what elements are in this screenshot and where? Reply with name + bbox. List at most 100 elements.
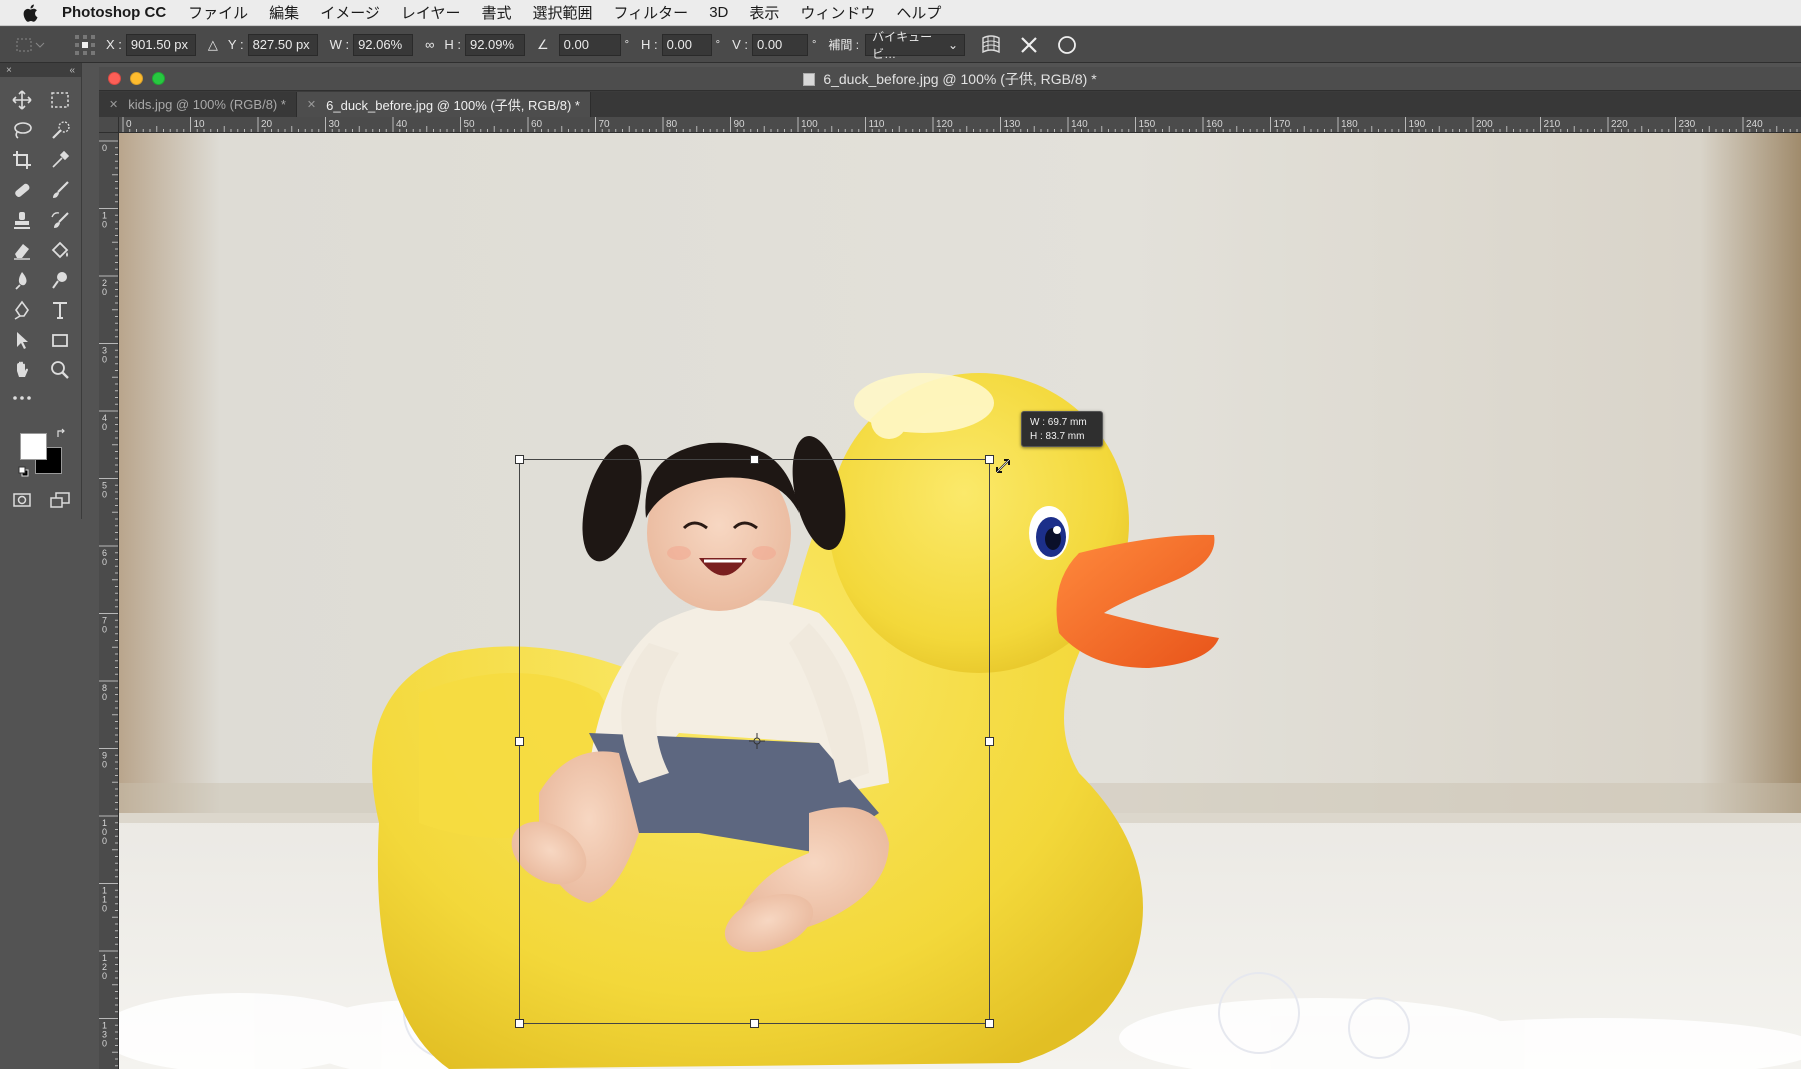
x-position-input[interactable] [125,33,196,56]
path-selection-tool[interactable] [8,327,36,353]
menu-view[interactable]: 表示 [749,2,779,23]
ruler-label: 0 [102,557,107,567]
ruler-origin[interactable] [99,117,119,133]
document-title-text: 6_duck_before.jpg @ 100% (子供, RGB/8) * [823,70,1097,87]
tab-label: kids.jpg @ 100% (RGB/8) * [128,97,286,112]
tab-duck-before[interactable]: ✕ 6_duck_before.jpg @ 100% (子供, RGB/8) * [296,92,591,117]
delta-icon[interactable]: △ [208,37,218,53]
menu-3d[interactable]: 3D [709,4,728,21]
tools-panel-header[interactable]: × « [0,63,81,77]
canvas[interactable]: W : 69.7 mm H : 83.7 mm [119,133,1801,1069]
menu-image[interactable]: イメージ [320,2,380,23]
pen-tool[interactable] [8,297,36,323]
ruler-label: 200 [1476,119,1493,130]
paint-bucket-tool[interactable] [46,237,74,263]
menu-type[interactable]: 書式 [481,2,511,23]
transform-handle-bottom-right[interactable] [985,1019,994,1028]
document-tab-bar: ✕ kids.jpg @ 100% (RGB/8) * ✕ 6_duck_bef… [99,92,1801,117]
marquee-tool[interactable] [46,87,74,113]
tooltip-height: H : 83.7 mm [1030,431,1085,442]
angle-degree: ° [624,38,630,51]
move-tool[interactable] [8,87,36,113]
zoom-tool[interactable] [46,357,74,383]
blur-tool[interactable] [8,267,36,293]
transform-handle-top-right[interactable] [985,455,994,464]
link-icon[interactable]: ∞ [425,37,434,52]
ruler-label: 50 [464,119,476,130]
ruler-label: 0 [102,760,107,770]
default-colors-icon[interactable] [18,466,30,478]
close-icon[interactable]: × [6,65,12,76]
ruler-label: 180 [1341,119,1358,130]
type-tool[interactable] [46,297,74,323]
clone-stamp-tool[interactable] [8,207,36,233]
transform-handle-bottom-center[interactable] [750,1019,759,1028]
warp-mode-icon[interactable] [979,33,1003,57]
menu-edit[interactable]: 編集 [269,2,299,23]
eraser-tool[interactable] [8,237,36,263]
cancel-transform-icon[interactable] [1017,33,1041,57]
width-input[interactable] [353,33,414,56]
ruler-label: 0 [102,692,107,702]
h-label: H : [444,37,461,52]
healing-brush-tool[interactable] [8,177,36,203]
transform-size-tooltip: W : 69.7 mm H : 83.7 mm [1021,411,1103,447]
pivot-point-icon[interactable] [749,733,765,749]
apple-icon[interactable] [22,3,40,23]
foreground-color-swatch[interactable] [20,433,47,460]
ruler-label: 240 [1746,119,1763,130]
document-title-bar[interactable]: 6_duck_before.jpg @ 100% (子供, RGB/8) * [99,67,1801,91]
menu-help[interactable]: ヘルプ [896,2,941,23]
options-bar: X : △ Y : W : ∞ H : ∠ ° H : ° V : [0,27,1801,63]
reference-point-icon[interactable] [74,34,96,56]
transform-tool-preset-icon[interactable] [14,34,46,56]
transform-handle-middle-right[interactable] [985,737,994,746]
quick-mask-button[interactable] [8,487,36,513]
horizontal-skew-input[interactable] [661,33,712,56]
transform-handle-top-center[interactable] [750,455,759,464]
quick-selection-icon [52,121,70,139]
transform-handle-top-left[interactable] [515,455,524,464]
app-name-menu[interactable]: Photoshop CC [62,4,166,21]
menu-layer[interactable]: レイヤー [401,2,461,23]
screen-mode-button[interactable] [46,487,74,513]
menu-window[interactable]: ウィンドウ [800,2,875,23]
ruler-label: 30 [329,119,341,130]
ruler-label: 100 [801,119,818,130]
horizontal-ruler[interactable]: 0 10 20 30 40 50 60 70 80 90 100 110 120 130 140 150 160… [119,117,1801,133]
swap-colors-icon[interactable] [56,428,68,440]
vertical-ruler[interactable]: 0102030405060708090100110120130 [99,133,119,1069]
menu-file[interactable]: ファイル [188,2,248,23]
history-brush-tool[interactable] [46,207,74,233]
crop-tool[interactable] [8,147,36,173]
tab-kids[interactable]: ✕ kids.jpg @ 100% (RGB/8) * [99,92,297,117]
height-input[interactable] [464,33,525,56]
brush-tool[interactable] [46,177,74,203]
transform-handle-middle-left[interactable] [515,737,524,746]
close-tab-icon[interactable]: ✕ [307,98,316,111]
quick-selection-tool[interactable] [46,117,74,143]
lasso-tool[interactable] [8,117,36,143]
rectangle-tool[interactable] [46,327,74,353]
history-brush-icon [51,212,69,228]
eyedropper-tool[interactable] [46,147,74,173]
close-tab-icon[interactable]: ✕ [109,98,118,111]
interpolation-select[interactable]: バイキュービ… ⌄ [865,30,966,61]
menu-select[interactable]: 選択範囲 [532,2,592,23]
angle-input[interactable] [558,33,621,56]
ruler-label: 0 [102,625,107,635]
ruler-label: 0 [102,422,107,432]
commit-transform-icon[interactable] [1055,33,1079,57]
hand-tool[interactable] [8,357,36,383]
collapse-icon[interactable]: « [69,65,75,76]
angle-field [558,33,621,56]
edit-toolbar-button[interactable] [8,385,36,411]
dodge-tool[interactable] [46,267,74,293]
menu-filter[interactable]: フィルター [613,2,688,23]
move-icon [12,90,32,110]
y-position-input[interactable] [247,33,318,56]
ruler-label: 190 [1409,119,1426,130]
vertical-skew-input[interactable] [751,33,808,56]
transform-handle-bottom-left[interactable] [515,1019,524,1028]
paint-bucket-icon [51,241,69,259]
